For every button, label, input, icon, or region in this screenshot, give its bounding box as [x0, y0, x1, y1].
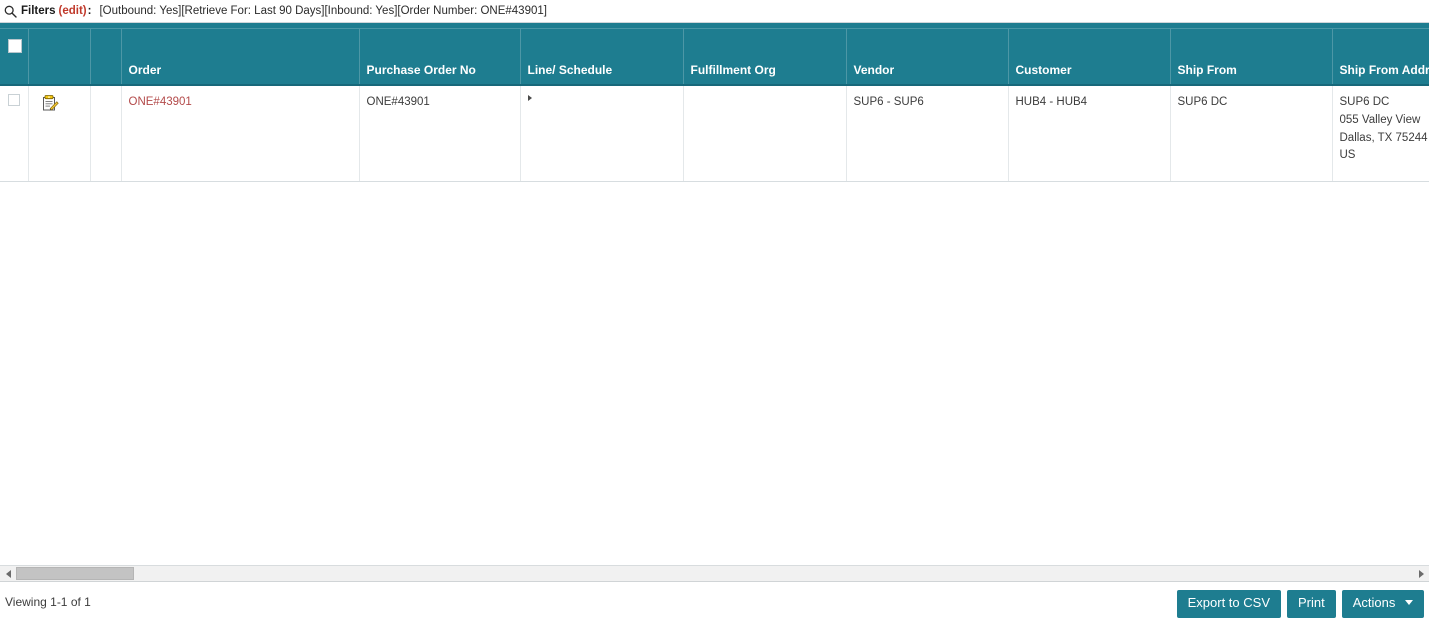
filter-bar: Filters (edit) : [Outbound: Yes][Retriev…	[0, 0, 1429, 22]
row-ship-from-address-cell: SUP6 DC 055 Valley View Dallas, TX 75244…	[1332, 85, 1429, 181]
row-spacer-cell	[90, 85, 121, 181]
filters-active-values: [Outbound: Yes][Retrieve For: Last 90 Da…	[99, 5, 546, 17]
table-row[interactable]: ONE#43901 ONE#43901 SUP6 - SUP6 HUB4 - H…	[0, 85, 1429, 181]
column-header-purchase-order-no[interactable]: Purchase Order No	[359, 29, 520, 85]
column-header-order[interactable]: Order	[121, 29, 359, 85]
address-line: Dallas, TX 75244	[1340, 130, 1429, 148]
footer-action-buttons: Export to CSV Print Actions	[1177, 590, 1424, 618]
filters-label: Filters	[21, 5, 56, 17]
order-search-results-page: Filters (edit) : [Outbound: Yes][Retriev…	[0, 0, 1429, 630]
filters-colon: :	[88, 5, 92, 17]
order-link[interactable]: ONE#43901	[129, 96, 192, 108]
footer-bar: Viewing 1-1 of 1 Export to CSV Print Act…	[0, 583, 1429, 630]
row-purchase-order-cell: ONE#43901	[359, 85, 520, 181]
column-header-customer[interactable]: Customer	[1008, 29, 1170, 85]
scrollbar-track[interactable]	[16, 566, 1413, 581]
actions-dropdown-button[interactable]: Actions	[1342, 590, 1424, 618]
column-header-ship-from[interactable]: Ship From	[1170, 29, 1332, 85]
print-label: Print	[1298, 595, 1325, 610]
row-order-cell: ONE#43901	[121, 85, 359, 181]
grid-body: ONE#43901 ONE#43901 SUP6 - SUP6 HUB4 - H…	[0, 85, 1429, 181]
filters-edit-link[interactable]: (edit)	[59, 5, 87, 17]
row-action-cell	[28, 85, 90, 181]
chevron-down-icon	[1405, 600, 1413, 605]
scrollbar-thumb[interactable]	[16, 567, 134, 580]
results-grid-container: Order Purchase Order No Line/ Schedule F…	[0, 22, 1429, 575]
horizontal-scrollbar[interactable]	[0, 565, 1429, 582]
column-header-actions[interactable]	[28, 29, 90, 85]
search-icon	[4, 5, 17, 18]
column-header-spacer[interactable]	[90, 29, 121, 85]
row-ship-from-cell: SUP6 DC	[1170, 85, 1332, 181]
viewing-count-label: Viewing 1-1 of 1	[5, 595, 91, 609]
scroll-right-icon[interactable]	[1413, 566, 1429, 581]
actions-label: Actions	[1353, 595, 1396, 610]
select-all-checkbox[interactable]	[8, 39, 22, 53]
address-line: US	[1340, 147, 1429, 165]
column-header-vendor[interactable]: Vendor	[846, 29, 1008, 85]
row-fulfillment-org-cell	[683, 85, 846, 181]
scroll-left-icon[interactable]	[0, 566, 16, 581]
export-to-csv-button[interactable]: Export to CSV	[1177, 590, 1281, 618]
row-select-cell	[0, 85, 28, 181]
address-line: 055 Valley View	[1340, 112, 1429, 130]
grid-header: Order Purchase Order No Line/ Schedule F…	[0, 29, 1429, 85]
print-button[interactable]: Print	[1287, 590, 1336, 618]
column-header-select-all	[0, 29, 28, 85]
row-customer-cell: HUB4 - HUB4	[1008, 85, 1170, 181]
results-grid: Order Purchase Order No Line/ Schedule F…	[0, 29, 1429, 182]
row-vendor-cell: SUP6 - SUP6	[846, 85, 1008, 181]
row-select-checkbox[interactable]	[8, 94, 20, 106]
note-pencil-icon[interactable]	[41, 94, 59, 112]
column-header-line-schedule[interactable]: Line/ Schedule	[520, 29, 683, 85]
column-header-fulfillment-org[interactable]: Fulfillment Org	[683, 29, 846, 85]
row-line-schedule-cell	[520, 85, 683, 181]
expander-triangle-icon[interactable]	[528, 95, 532, 101]
address-line: SUP6 DC	[1340, 94, 1429, 112]
export-to-csv-label: Export to CSV	[1188, 595, 1270, 610]
column-header-ship-from-address[interactable]: Ship From Address	[1332, 29, 1429, 85]
grid-header-row: Order Purchase Order No Line/ Schedule F…	[0, 29, 1429, 85]
